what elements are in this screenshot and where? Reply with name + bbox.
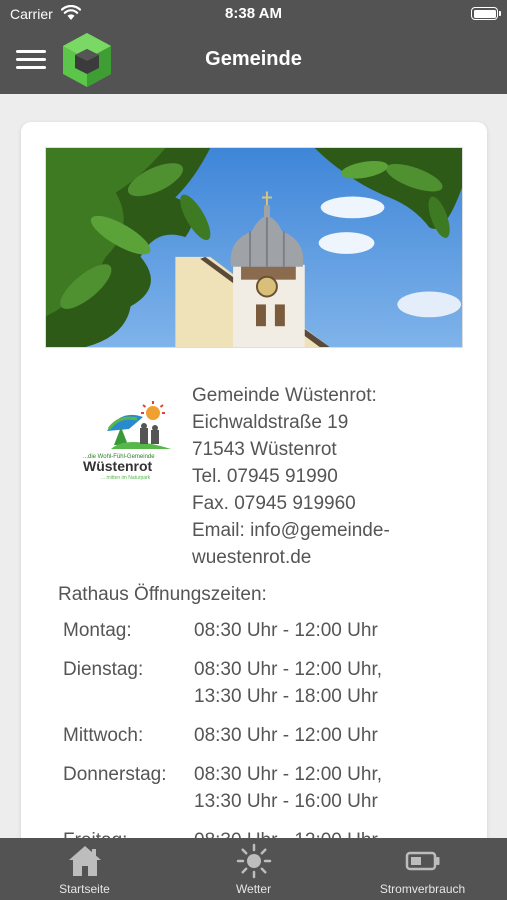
hours-time: 08:30 Uhr - 12:00 Uhr — [194, 725, 378, 746]
tab-bar: Startseite Wetter Stromverbrauch — [0, 838, 507, 900]
municipality-logo: ...die Wohl-Fühl-Gemeinde Wüstenrot ... … — [83, 401, 171, 481]
hours-day: Mittwoch: — [63, 725, 144, 746]
hours-time: 08:30 Uhr - 12:00 Uhr, — [194, 764, 382, 785]
municipality-logo-subline: ... mitten im Naturpark — [101, 475, 151, 481]
address-name: Gemeinde Wüstenrot: — [192, 385, 377, 406]
tab-wetter[interactable]: Wetter — [169, 838, 338, 900]
hours-day: Donnerstag: — [63, 764, 167, 785]
hours-time: 13:30 Uhr - 18:00 Uhr — [194, 686, 378, 707]
hours-time: 08:30 Uhr - 12:00 Uhr — [194, 827, 378, 838]
email-link-part2[interactable]: wuestenrot.de — [192, 544, 462, 571]
content-scroll-area[interactable]: ...die Wohl-Fühl-Gemeinde Wüstenrot ... … — [0, 94, 507, 838]
sun-icon — [236, 843, 271, 879]
banner-image — [45, 147, 463, 348]
hours-time: 08:30 Uhr - 12:00 Uhr, — [194, 659, 382, 680]
hours-time: 13:30 Uhr - 16:00 Uhr — [194, 791, 378, 812]
hours-day: Dienstag: — [63, 659, 144, 680]
battery-icon — [405, 851, 439, 871]
contact-address: Gemeinde Wüstenrot: Eichwaldstraße 19 71… — [192, 382, 462, 571]
hours-time: 08:30 Uhr - 12:00 Uhr — [194, 620, 378, 641]
tab-label: Wetter — [235, 882, 272, 896]
status-time: 8:38 AM — [225, 5, 282, 22]
hours-day: Freitag: — [63, 827, 127, 838]
tab-label: Stromverbrauch — [379, 882, 466, 896]
page-title: Gemeinde — [205, 48, 302, 70]
tab-label: Startseite — [59, 882, 110, 896]
address-city: 71543 Wüstenrot — [192, 439, 337, 460]
status-bar: Carrier 8:38 AM — [0, 0, 507, 28]
app-header: Carrier 8:38 AM Gemeinde — [0, 0, 507, 94]
info-card: ...die Wohl-Fühl-Gemeinde Wüstenrot ... … — [21, 122, 487, 838]
fax-number: Fax. 07945 919960 — [192, 493, 356, 514]
battery-status-icon — [471, 7, 501, 20]
opening-hours-title: Rathaus Öffnungszeiten: — [58, 584, 267, 605]
municipality-logo-name: Wüstenrot — [83, 458, 153, 474]
tab-stromverbrauch[interactable]: Stromverbrauch — [338, 838, 507, 900]
tab-startseite[interactable]: Startseite — [0, 838, 169, 900]
email-link-part1[interactable]: Email: info@gemeinde- — [192, 517, 462, 544]
address-street: Eichwaldstraße 19 — [192, 412, 349, 433]
hours-day: Montag: — [63, 620, 132, 641]
phone-link[interactable]: Tel. 07945 91990 — [192, 463, 462, 490]
home-icon — [68, 846, 101, 876]
